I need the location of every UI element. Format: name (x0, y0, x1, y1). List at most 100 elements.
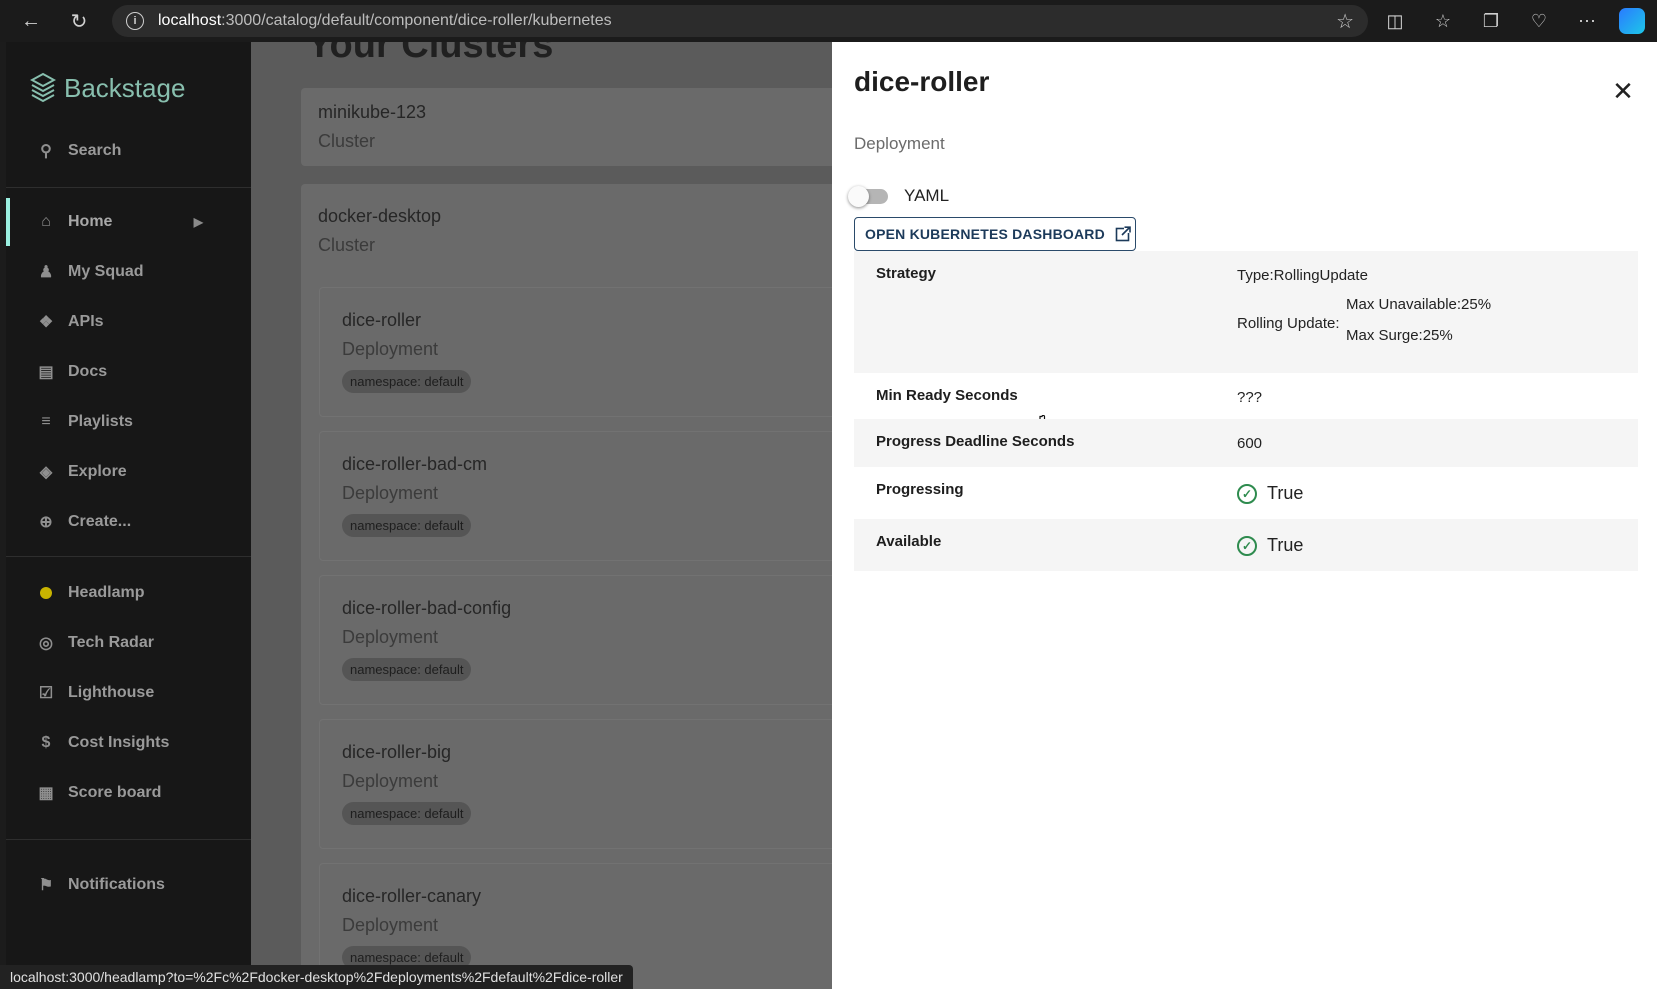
deployment-type: Deployment (342, 627, 439, 647)
copilot-icon[interactable] (1619, 8, 1645, 34)
people-icon: ♟ (38, 264, 54, 281)
search-icon: ⚲ (40, 143, 52, 160)
status-text: True (1267, 483, 1304, 503)
detail-key: Progress Deadline Seconds (876, 433, 1075, 450)
sidebar-item-label: Playlists (68, 413, 133, 430)
max-unavailable: Max Unavailable:25% (1346, 296, 1492, 313)
yaml-toggle[interactable]: YAML (848, 185, 950, 207)
backstage-logo-icon (30, 72, 56, 103)
sidebar-item-label: Create... (68, 513, 132, 530)
sidebar-item-apis[interactable]: ❖ APIs (6, 298, 251, 346)
detail-key: Progressing (876, 481, 964, 498)
deployment-type: Deployment (342, 771, 439, 791)
close-button[interactable]: ✕ (1608, 76, 1638, 106)
health-icon[interactable]: ♡ (1515, 11, 1563, 32)
detail-key: Min Ready Seconds (876, 387, 1018, 404)
split-screen-icon[interactable]: ◫ (1371, 11, 1419, 32)
sidebar-item-lighthouse[interactable]: ☑ Lighthouse (6, 669, 251, 717)
max-surge: Max Surge:25% (1346, 327, 1453, 344)
strategy-type: Type:RollingUpdate (1237, 267, 1368, 284)
check-circle-icon: ✓ (1237, 535, 1257, 556)
deployment-card[interactable]: dice-roller-big Deployment namespace: de… (319, 719, 836, 849)
toggle-thumb[interactable] (848, 185, 869, 207)
playlist-icon: ≡ (41, 413, 51, 430)
cluster-type: Cluster (318, 131, 376, 151)
scoreboard-icon: ▦ (38, 785, 54, 802)
status-value: ✓ True (1237, 535, 1303, 556)
open-kubernetes-dashboard-button[interactable]: OPEN KUBERNETES DASHBOARD (854, 217, 1136, 434)
sidebar-item-explore[interactable]: ◈ Explore (6, 448, 251, 496)
rolling-update-label: Rolling Update: (1237, 315, 1340, 332)
namespace-chip: namespace: default (342, 370, 472, 393)
back-icon[interactable]: ← (14, 4, 48, 38)
deployment-card[interactable]: dice-roller-bad-cm Deployment namespace:… (319, 431, 836, 561)
deployment-drawer: dice-roller ✕ Deployment YAML OPEN KUBER… (832, 42, 1657, 989)
sidebar-item-label: Lighthouse (68, 684, 155, 701)
sidebar-item-playlists[interactable]: ≡ Playlists (6, 398, 251, 446)
button-label: OPEN KUBERNETES DASHBOARD (865, 226, 1105, 242)
detail-row-min-ready: Min Ready Seconds ??? (854, 373, 1638, 419)
status-value: ✓ True (1237, 483, 1303, 504)
detail-key: Available (876, 533, 942, 550)
sidebar-item-label: APIs (68, 313, 104, 330)
sidebar-item-label: Headlamp (68, 584, 145, 601)
deployment-name: dice-roller-canary (342, 886, 482, 906)
backstage-logo[interactable]: Backstage (30, 72, 185, 104)
cluster-name: docker-desktop (318, 206, 442, 226)
detail-row-strategy: Strategy Type:RollingUpdate Rolling Upda… (854, 251, 1638, 373)
home-icon: ⌂ (41, 213, 51, 230)
detail-value: 600 (1237, 435, 1263, 452)
close-icon: ✕ (1612, 75, 1634, 106)
sidebar-item-headlamp[interactable]: Headlamp (6, 569, 251, 617)
yaml-label: YAML (904, 186, 950, 205)
detail-key: Strategy (876, 265, 937, 282)
sidebar-item-score-board[interactable]: ▦ Score board (6, 769, 251, 817)
favorites-icon[interactable]: ☆ (1419, 11, 1467, 32)
browser-tool-icons: ◫ ☆ ❐ ♡ ⋯ (1371, 0, 1657, 42)
sidebar-item-docs[interactable]: ▤ Docs (6, 348, 251, 396)
puzzle-icon: ❖ (38, 314, 54, 331)
deployment-type: Deployment (342, 483, 439, 503)
deployment-card[interactable]: dice-roller-bad-config Deployment namesp… (319, 575, 836, 705)
headlamp-icon (36, 583, 56, 603)
refresh-icon[interactable]: ↻ (62, 4, 96, 38)
deployment-details: Strategy Type:RollingUpdate Rolling Upda… (854, 251, 1638, 571)
sidebar-item-label: My Squad (68, 263, 144, 280)
more-icon[interactable]: ⋯ (1563, 11, 1611, 32)
favorite-star-icon[interactable]: ☆ (1336, 9, 1354, 34)
sidebar-item-label: Notifications (68, 876, 165, 893)
sidebar-item-label: Home (68, 213, 113, 230)
collections-icon[interactable]: ❐ (1467, 11, 1515, 32)
brand-name: Backstage (64, 72, 186, 103)
sidebar-item-notifications[interactable]: ⚑ Notifications (6, 861, 251, 909)
sidebar-divider (6, 556, 251, 557)
resource-kind: Deployment (854, 134, 945, 153)
deployment-card[interactable]: dice-roller Deployment namespace: defaul… (319, 287, 836, 417)
sidebar-item-cost-insights[interactable]: $ Cost Insights (6, 719, 251, 767)
sidebar-search[interactable]: ⚲ Search (6, 127, 251, 175)
bell-icon: ⚑ (38, 877, 54, 894)
sidebar-item-tech-radar[interactable]: ◎ Tech Radar (6, 619, 251, 667)
lighthouse-icon: ☑ (38, 685, 54, 702)
deployment-name: dice-roller-bad-cm (342, 454, 488, 474)
detail-row-progress-deadline: Progress Deadline Seconds 600 (854, 419, 1638, 467)
address-bar[interactable]: i localhost:3000/catalog/default/compone… (112, 5, 1368, 37)
deployment-type: Deployment (342, 339, 439, 359)
document-icon: ▤ (38, 364, 54, 381)
namespace-chip: namespace: default (342, 658, 472, 681)
sidebar-item-create[interactable]: ⊕ Create... (6, 498, 251, 546)
sidebar-divider (6, 839, 251, 840)
sidebar-item-my-squad[interactable]: ♟ My Squad (6, 248, 251, 296)
cluster-card[interactable]: minikube-123 Cluster (301, 88, 836, 166)
namespace-chip: namespace: default (342, 802, 472, 825)
cluster-type: Cluster (318, 235, 376, 255)
sidebar-item-home[interactable]: ⌂ Home ▶ (6, 198, 251, 246)
sidebar-divider (6, 187, 251, 188)
sidebar-item-label: Cost Insights (68, 734, 170, 751)
cluster-name: minikube-123 (318, 102, 427, 122)
add-circle-icon: ⊕ (39, 514, 53, 531)
toggle-track[interactable] (848, 185, 888, 207)
site-info-icon[interactable]: i (126, 12, 144, 30)
url-path: :3000/catalog/default/component/dice-rol… (221, 12, 612, 29)
page-title: Your Clusters (307, 42, 554, 66)
